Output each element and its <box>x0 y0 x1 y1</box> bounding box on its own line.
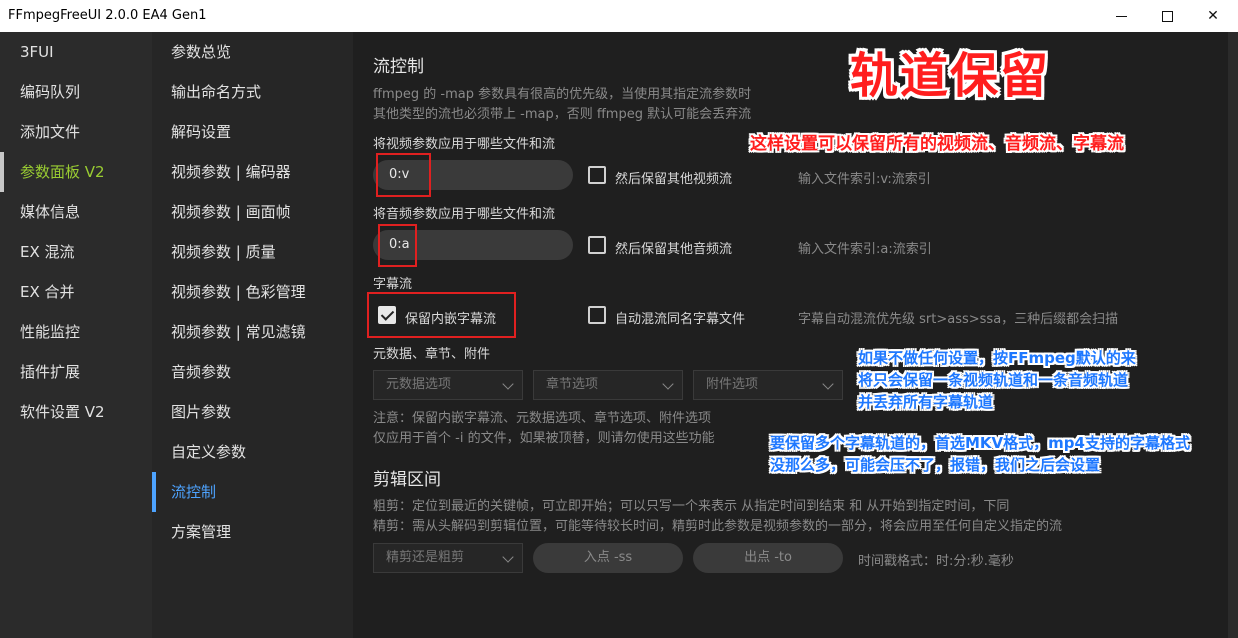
clip-heading: 剪辑区间 <box>373 470 441 490</box>
attachment-dropdown[interactable]: 附件选项 <box>693 370 843 400</box>
annotation-red-note: 这样设置可以保留所有的视频流、音频流、字幕流 <box>750 134 1124 154</box>
sub-item-decode[interactable]: 解码设置 <box>152 112 353 152</box>
clip-in-input[interactable]: 入点 -ss <box>533 543 683 573</box>
audio-stream-label: 将音频参数应用于哪些文件和流 <box>373 207 556 222</box>
keep-other-video-label: 然后保留其他视频流 <box>615 172 733 187</box>
keep-other-audio-checkbox[interactable] <box>588 236 606 254</box>
clip-out-input[interactable]: 出点 -to <box>693 543 843 573</box>
title-bar: FFmpegFreeUI 2.0.0 EA4 Gen1 ✕ <box>0 0 1238 32</box>
keep-other-audio-label: 然后保留其他音频流 <box>615 242 733 257</box>
annotation-blue-1: 如果不做任何设置，按FFmpeg默认的来 将只会保留一条视频轨道和一条音频轨道 … <box>858 347 1136 413</box>
highlight-audio-input <box>378 224 417 267</box>
main-nav: 3FUI 编码队列 添加文件 参数面板 V2 媒体信息 EX 混流 EX 合并 … <box>0 32 152 638</box>
nav-item-add-files[interactable]: 添加文件 <box>0 112 152 152</box>
chevron-down-icon <box>502 551 514 563</box>
close-icon: ✕ <box>1207 8 1219 24</box>
sub-item-custom[interactable]: 自定义参数 <box>152 432 353 472</box>
nav-item-settings[interactable]: 软件设置 V2 <box>0 392 152 432</box>
annotation-blue-1-line-3: 并丢弃所有字幕轨道 <box>858 393 994 411</box>
subtitle-section-label: 字幕流 <box>373 277 413 292</box>
clip-mode-value: 精剪还是粗剪 <box>386 550 465 565</box>
stream-desc-2: 其他类型的流也必须带上 -map，否则 ffmpeg 默认可能会丢弃流 <box>373 107 752 122</box>
nav-item-perf-monitor[interactable]: 性能监控 <box>0 312 152 352</box>
stream-desc-1: ffmpeg 的 -map 参数具有很高的优先级，当使用其指定流参数时 <box>373 87 752 102</box>
sub-nav: 参数总览 输出命名方式 解码设置 视频参数 | 编码器 视频参数 | 画面帧 视… <box>152 32 353 638</box>
sub-item-output-naming[interactable]: 输出命名方式 <box>152 72 353 112</box>
sub-item-presets[interactable]: 方案管理 <box>152 512 353 552</box>
highlight-video-input <box>376 153 431 197</box>
note-line-1: 注意：保留内嵌字幕流、元数据选项、章节选项、附件选项 <box>373 411 712 426</box>
nav-item-ex-merge[interactable]: EX 合并 <box>0 272 152 312</box>
audio-stream-hint: 输入文件索引:a:流索引 <box>798 242 932 257</box>
annotation-blue-1-line-1: 如果不做任何设置，按FFmpeg默认的来 <box>858 349 1136 367</box>
clip-desc-2: 精剪：需从头解码到剪辑位置，可能等待较长时间，精剪时此参数是视频参数的一部分，将… <box>373 519 1063 534</box>
nav-item-3fui[interactable]: 3FUI <box>0 32 152 72</box>
meta-section-label: 元数据、章节、附件 <box>373 347 491 362</box>
note-line-2: 仅应用于首个 -i 的文件，如果被顶替，则请勿使用这些功能 <box>373 431 715 446</box>
nav-item-media-info[interactable]: 媒体信息 <box>0 192 152 232</box>
maximize-button[interactable] <box>1144 0 1190 32</box>
subtitle-hint: 字幕自动混流优先级 srt>ass>ssa，三种后缀都会扫描 <box>798 312 1119 327</box>
minimize-icon <box>1115 15 1127 17</box>
auto-mux-subtitle-checkbox[interactable] <box>588 306 606 324</box>
chevron-down-icon <box>662 378 674 390</box>
keep-other-video-checkbox[interactable] <box>588 166 606 184</box>
video-stream-label: 将视频参数应用于哪些文件和流 <box>373 137 556 152</box>
sub-item-video-quality[interactable]: 视频参数 | 质量 <box>152 232 353 272</box>
clip-mode-dropdown[interactable]: 精剪还是粗剪 <box>373 543 523 573</box>
chevron-down-icon <box>502 378 514 390</box>
highlight-subtitle-checkbox <box>367 292 516 338</box>
maximize-icon <box>1161 10 1173 22</box>
chapter-dropdown-value: 章节选项 <box>546 377 599 392</box>
time-format-hint: 时间戳格式：时:分:秒.毫秒 <box>858 554 1014 569</box>
sub-item-audio[interactable]: 音频参数 <box>152 352 353 392</box>
annotation-blue-2-line-1: 要保留多个字幕轨道的，首选MKV格式，mp4支持的字幕格式 <box>770 434 1190 452</box>
sub-item-image[interactable]: 图片参数 <box>152 392 353 432</box>
sub-item-video-filters[interactable]: 视频参数 | 常见滤镜 <box>152 312 353 352</box>
close-button[interactable]: ✕ <box>1190 0 1236 32</box>
annotation-blue-2-line-2: 没那么多，可能会压不了，报错，我们之后会设置 <box>770 456 1101 474</box>
nav-item-encode-queue[interactable]: 编码队列 <box>0 72 152 112</box>
sub-item-video-frame[interactable]: 视频参数 | 画面帧 <box>152 192 353 232</box>
nav-item-ex-mux[interactable]: EX 混流 <box>0 232 152 272</box>
metadata-dropdown[interactable]: 元数据选项 <box>373 370 523 400</box>
sub-item-video-color[interactable]: 视频参数 | 色彩管理 <box>152 272 353 312</box>
sub-item-stream-control[interactable]: 流控制 <box>152 472 353 512</box>
sub-item-video-encoder[interactable]: 视频参数 | 编码器 <box>152 152 353 192</box>
chevron-down-icon <box>822 378 834 390</box>
video-stream-hint: 输入文件索引:v:流索引 <box>798 172 931 187</box>
clip-desc-1: 粗剪：定位到最近的关键帧，可立即开始；可以只写一个来表示 从指定时间到结束 和 … <box>373 499 1010 514</box>
metadata-dropdown-value: 元数据选项 <box>386 377 452 392</box>
annotation-blue-2: 要保留多个字幕轨道的，首选MKV格式，mp4支持的字幕格式 没那么多，可能会压不… <box>770 432 1190 476</box>
auto-mux-subtitle-label: 自动混流同名字幕文件 <box>615 312 746 327</box>
nav-item-plugins[interactable]: 插件扩展 <box>0 352 152 392</box>
nav-item-param-panel[interactable]: 参数面板 V2 <box>0 152 152 192</box>
annotation-blue-1-line-2: 将只会保留一条视频轨道和一条音频轨道 <box>858 371 1129 389</box>
attachment-dropdown-value: 附件选项 <box>706 377 759 392</box>
stream-heading: 流控制 <box>373 57 424 77</box>
window-title: FFmpegFreeUI 2.0.0 EA4 Gen1 <box>8 8 207 23</box>
sub-item-overview[interactable]: 参数总览 <box>152 32 353 72</box>
annotation-title: 轨道保留 <box>850 48 1051 104</box>
scrollbar[interactable] <box>1228 32 1238 638</box>
chapter-dropdown[interactable]: 章节选项 <box>533 370 683 400</box>
minimize-button[interactable] <box>1098 0 1144 32</box>
